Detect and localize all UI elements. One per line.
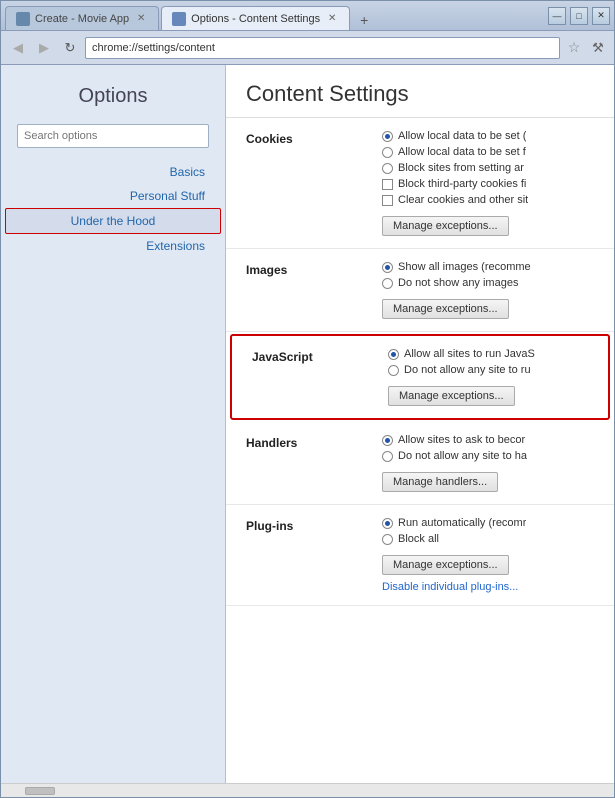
radio-option: Allow local data to be set ( (382, 130, 594, 142)
checkbox[interactable] (382, 179, 393, 190)
manage-exceptions-images-button[interactable]: Manage exceptions... (382, 299, 509, 319)
radio-dot[interactable] (382, 163, 393, 174)
tab-movie-app[interactable]: Create - Movie App ✕ (5, 6, 159, 30)
option-label: Block all (398, 533, 439, 545)
sidebar-item-extensions[interactable]: Extensions (1, 234, 225, 258)
option-label: Allow all sites to run JavaS (404, 348, 535, 360)
tab-bar: Create - Movie App ✕ Options - Content S… (5, 1, 548, 30)
sidebar-item-personal[interactable]: Personal Stuff (1, 184, 225, 208)
cookies-section: Cookies Allow local data to be set ( All… (226, 118, 614, 249)
handlers-section: Handlers Allow sites to ask to becor Do … (226, 422, 614, 505)
radio-dot-selected[interactable] (382, 262, 393, 273)
tab-icon-movie (16, 12, 30, 26)
sidebar-item-basics[interactable]: Basics (1, 160, 225, 184)
manage-handlers-button[interactable]: Manage handlers... (382, 472, 498, 492)
cookies-label: Cookies (246, 130, 366, 236)
address-bar: ◀ ▶ ↻ ☆ ⚒ (1, 31, 614, 65)
plugins-section: Plug-ins Run automatically (recomr Block… (226, 505, 614, 606)
sidebar: Options Basics Personal Stuff Under the … (1, 65, 226, 783)
radio-dot[interactable] (382, 278, 393, 289)
handlers-label: Handlers (246, 434, 366, 492)
images-options: Show all images (recomme Do not show any… (382, 261, 594, 319)
sidebar-nav: Basics Personal Stuff Under the Hood Ext… (1, 160, 225, 258)
radio-dot-selected[interactable] (382, 518, 393, 529)
radio-dot-selected[interactable] (382, 435, 393, 446)
radio-dot[interactable] (382, 534, 393, 545)
radio-dot[interactable] (382, 451, 393, 462)
manage-exceptions-cookies-button[interactable]: Manage exceptions... (382, 216, 509, 236)
option-label: Do not allow any site to ru (404, 364, 531, 376)
content-title: Content Settings (246, 81, 594, 107)
forward-button[interactable]: ▶ (33, 37, 55, 59)
plugins-options: Run automatically (recomr Block all Mana… (382, 517, 594, 593)
bookmark-star-icon[interactable]: ☆ (564, 38, 584, 58)
radio-option: Block all (382, 533, 594, 545)
scrollbar-thumb[interactable] (25, 787, 55, 795)
radio-option: Do not allow any site to ha (382, 450, 594, 462)
back-button[interactable]: ◀ (7, 37, 29, 59)
javascript-section: JavaScript Allow all sites to run JavaS … (230, 334, 610, 420)
sidebar-item-under-hood[interactable]: Under the Hood (5, 208, 221, 234)
new-tab-button[interactable]: + (352, 10, 376, 30)
window-controls: — □ ✕ (548, 7, 610, 25)
main-area: Options Basics Personal Stuff Under the … (1, 65, 614, 783)
manage-exceptions-js-button[interactable]: Manage exceptions... (388, 386, 515, 406)
checkbox[interactable] (382, 195, 393, 206)
option-label: Allow local data to be set ( (398, 130, 526, 142)
tab-label-settings: Options - Content Settings (191, 13, 320, 25)
option-label: Block third-party cookies fi (398, 178, 526, 190)
radio-option: Block sites from setting ar (382, 162, 594, 174)
manage-exceptions-plugins-button[interactable]: Manage exceptions... (382, 555, 509, 575)
option-label: Show all images (recomme (398, 261, 531, 273)
browser-window: Create - Movie App ✕ Options - Content S… (0, 0, 615, 798)
cookies-options: Allow local data to be set ( Allow local… (382, 130, 594, 236)
title-bar: Create - Movie App ✕ Options - Content S… (1, 1, 614, 31)
content-header: Content Settings (226, 65, 614, 118)
checkbox-option: Clear cookies and other sit (382, 194, 594, 206)
option-label: Allow local data to be set f (398, 146, 526, 158)
images-section: Images Show all images (recomme Do not s… (226, 249, 614, 332)
radio-option: Run automatically (recomr (382, 517, 594, 529)
plugins-label: Plug-ins (246, 517, 366, 593)
horizontal-scrollbar[interactable] (1, 783, 614, 797)
option-label: Run automatically (recomr (398, 517, 526, 529)
option-label: Clear cookies and other sit (398, 194, 528, 206)
radio-dot-selected[interactable] (388, 349, 399, 360)
content-scroll: Content Settings Cookies Allow local dat… (226, 65, 614, 783)
minimize-button[interactable]: — (548, 7, 566, 25)
javascript-options: Allow all sites to run JavaS Do not allo… (388, 348, 588, 406)
search-input[interactable] (17, 124, 209, 148)
tab-icon-settings (172, 12, 186, 26)
radio-option: Allow all sites to run JavaS (388, 348, 588, 360)
search-box (17, 124, 209, 148)
radio-option: Do not allow any site to ru (388, 364, 588, 376)
refresh-button[interactable]: ↻ (59, 37, 81, 59)
option-label: Block sites from setting ar (398, 162, 524, 174)
checkbox-option: Block third-party cookies fi (382, 178, 594, 190)
radio-option: Do not show any images (382, 277, 594, 289)
radio-dot-selected[interactable] (382, 131, 393, 142)
tab-content-settings[interactable]: Options - Content Settings ✕ (161, 6, 350, 30)
tab-close-settings[interactable]: ✕ (325, 12, 339, 26)
option-label: Do not allow any site to ha (398, 450, 527, 462)
radio-option: Allow sites to ask to becor (382, 434, 594, 446)
option-label: Allow sites to ask to becor (398, 434, 525, 446)
disable-individual-plugins-link[interactable]: Disable individual plug-ins... (382, 581, 518, 593)
images-label: Images (246, 261, 366, 319)
tab-close-movie[interactable]: ✕ (134, 12, 148, 26)
maximize-button[interactable]: □ (570, 7, 588, 25)
content-area: Content Settings Cookies Allow local dat… (226, 65, 614, 783)
sidebar-title: Options (1, 75, 225, 124)
option-label: Do not show any images (398, 277, 518, 289)
handlers-options: Allow sites to ask to becor Do not allow… (382, 434, 594, 492)
radio-option: Show all images (recomme (382, 261, 594, 273)
settings-wrench-icon[interactable]: ⚒ (588, 38, 608, 58)
close-button[interactable]: ✕ (592, 7, 610, 25)
radio-dot[interactable] (382, 147, 393, 158)
address-input[interactable] (85, 37, 560, 59)
tab-label-movie: Create - Movie App (35, 13, 129, 25)
javascript-label: JavaScript (252, 348, 372, 406)
radio-dot[interactable] (388, 365, 399, 376)
radio-option: Allow local data to be set f (382, 146, 594, 158)
